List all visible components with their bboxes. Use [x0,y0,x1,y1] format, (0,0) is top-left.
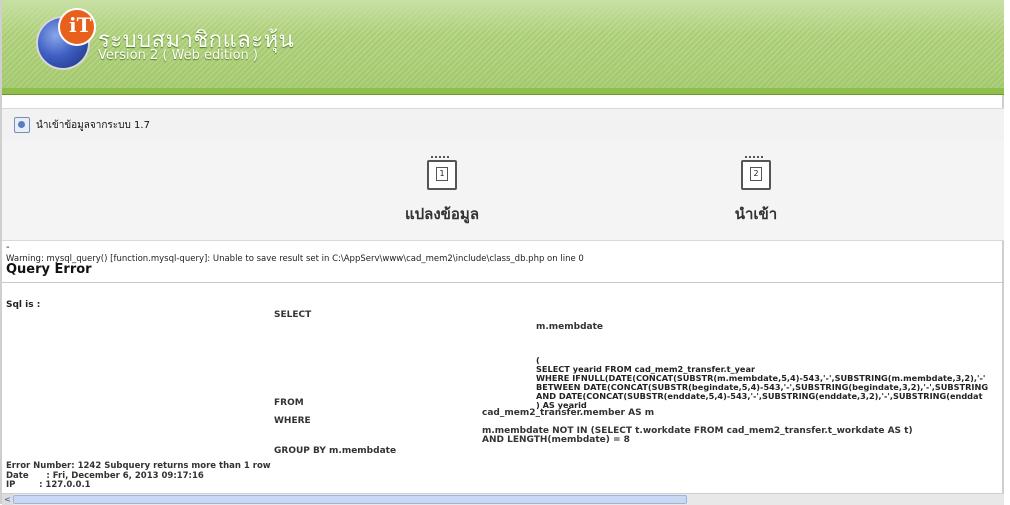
tool-panel: 1 แปลงข้อมูล 2 นำเข้า [2,140,1004,241]
sql-from-keyword: FROM [274,398,304,408]
sql-label: Sql is : [6,300,41,310]
calendar-number: 2 [750,167,762,181]
calendar-icon: 2 [741,156,771,190]
document-icon [14,117,30,133]
sql-subquery: ( SELECT yearid FROM cad_mem2_transfer.t… [536,356,988,410]
header-bar [2,88,1004,95]
convert-data-label: แปลงข้อมูล [404,205,480,223]
warning-message: Warning: mysql_query() [function.mysql-q… [6,254,584,264]
import-label: นำเข้า [734,205,778,223]
convert-data-button[interactable]: 1 แปลงข้อมูล [362,156,522,226]
scrollbar-thumb[interactable] [13,495,687,504]
app-header: iT ระบบสมาชิกและหุ้น Version 2 ( Web edi… [2,0,1004,88]
sql-from-value: cad_mem2_transfer.member AS m [482,408,655,418]
scroll-left-icon[interactable]: < [2,494,13,505]
import-button[interactable]: 2 นำเข้า [676,156,836,226]
menu-row: นำเข้าข้อมูลจากระบบ 1.7 [2,108,1004,142]
warning-dash: - [6,242,10,253]
menu-item-import[interactable]: นำเข้าข้อมูลจากระบบ 1.7 [36,118,150,133]
query-error-title: Query Error [6,262,92,277]
calendar-number: 1 [436,167,448,181]
app-version: Version 2 ( Web edition ) [98,48,258,63]
sub-line: AND DATE(CONCAT(SUBSTR(enddate,5,4)-543,… [536,391,983,401]
calendar-icon: 1 [427,156,457,190]
error-details: Error Number: 1242 Subquery returns more… [6,461,271,490]
sql-where-line: AND LENGTH(membdate) = 8 [482,435,630,445]
horizontal-scrollbar[interactable]: < [2,493,1004,505]
divider [2,282,1004,283]
sql-where-keyword: WHERE [274,416,311,426]
sql-group-by: GROUP BY m.membdate [274,446,397,456]
sql-select-keyword: SELECT [274,310,312,320]
logo-letters: iT [69,13,92,37]
sql-select-field: m.membdate [536,322,604,332]
